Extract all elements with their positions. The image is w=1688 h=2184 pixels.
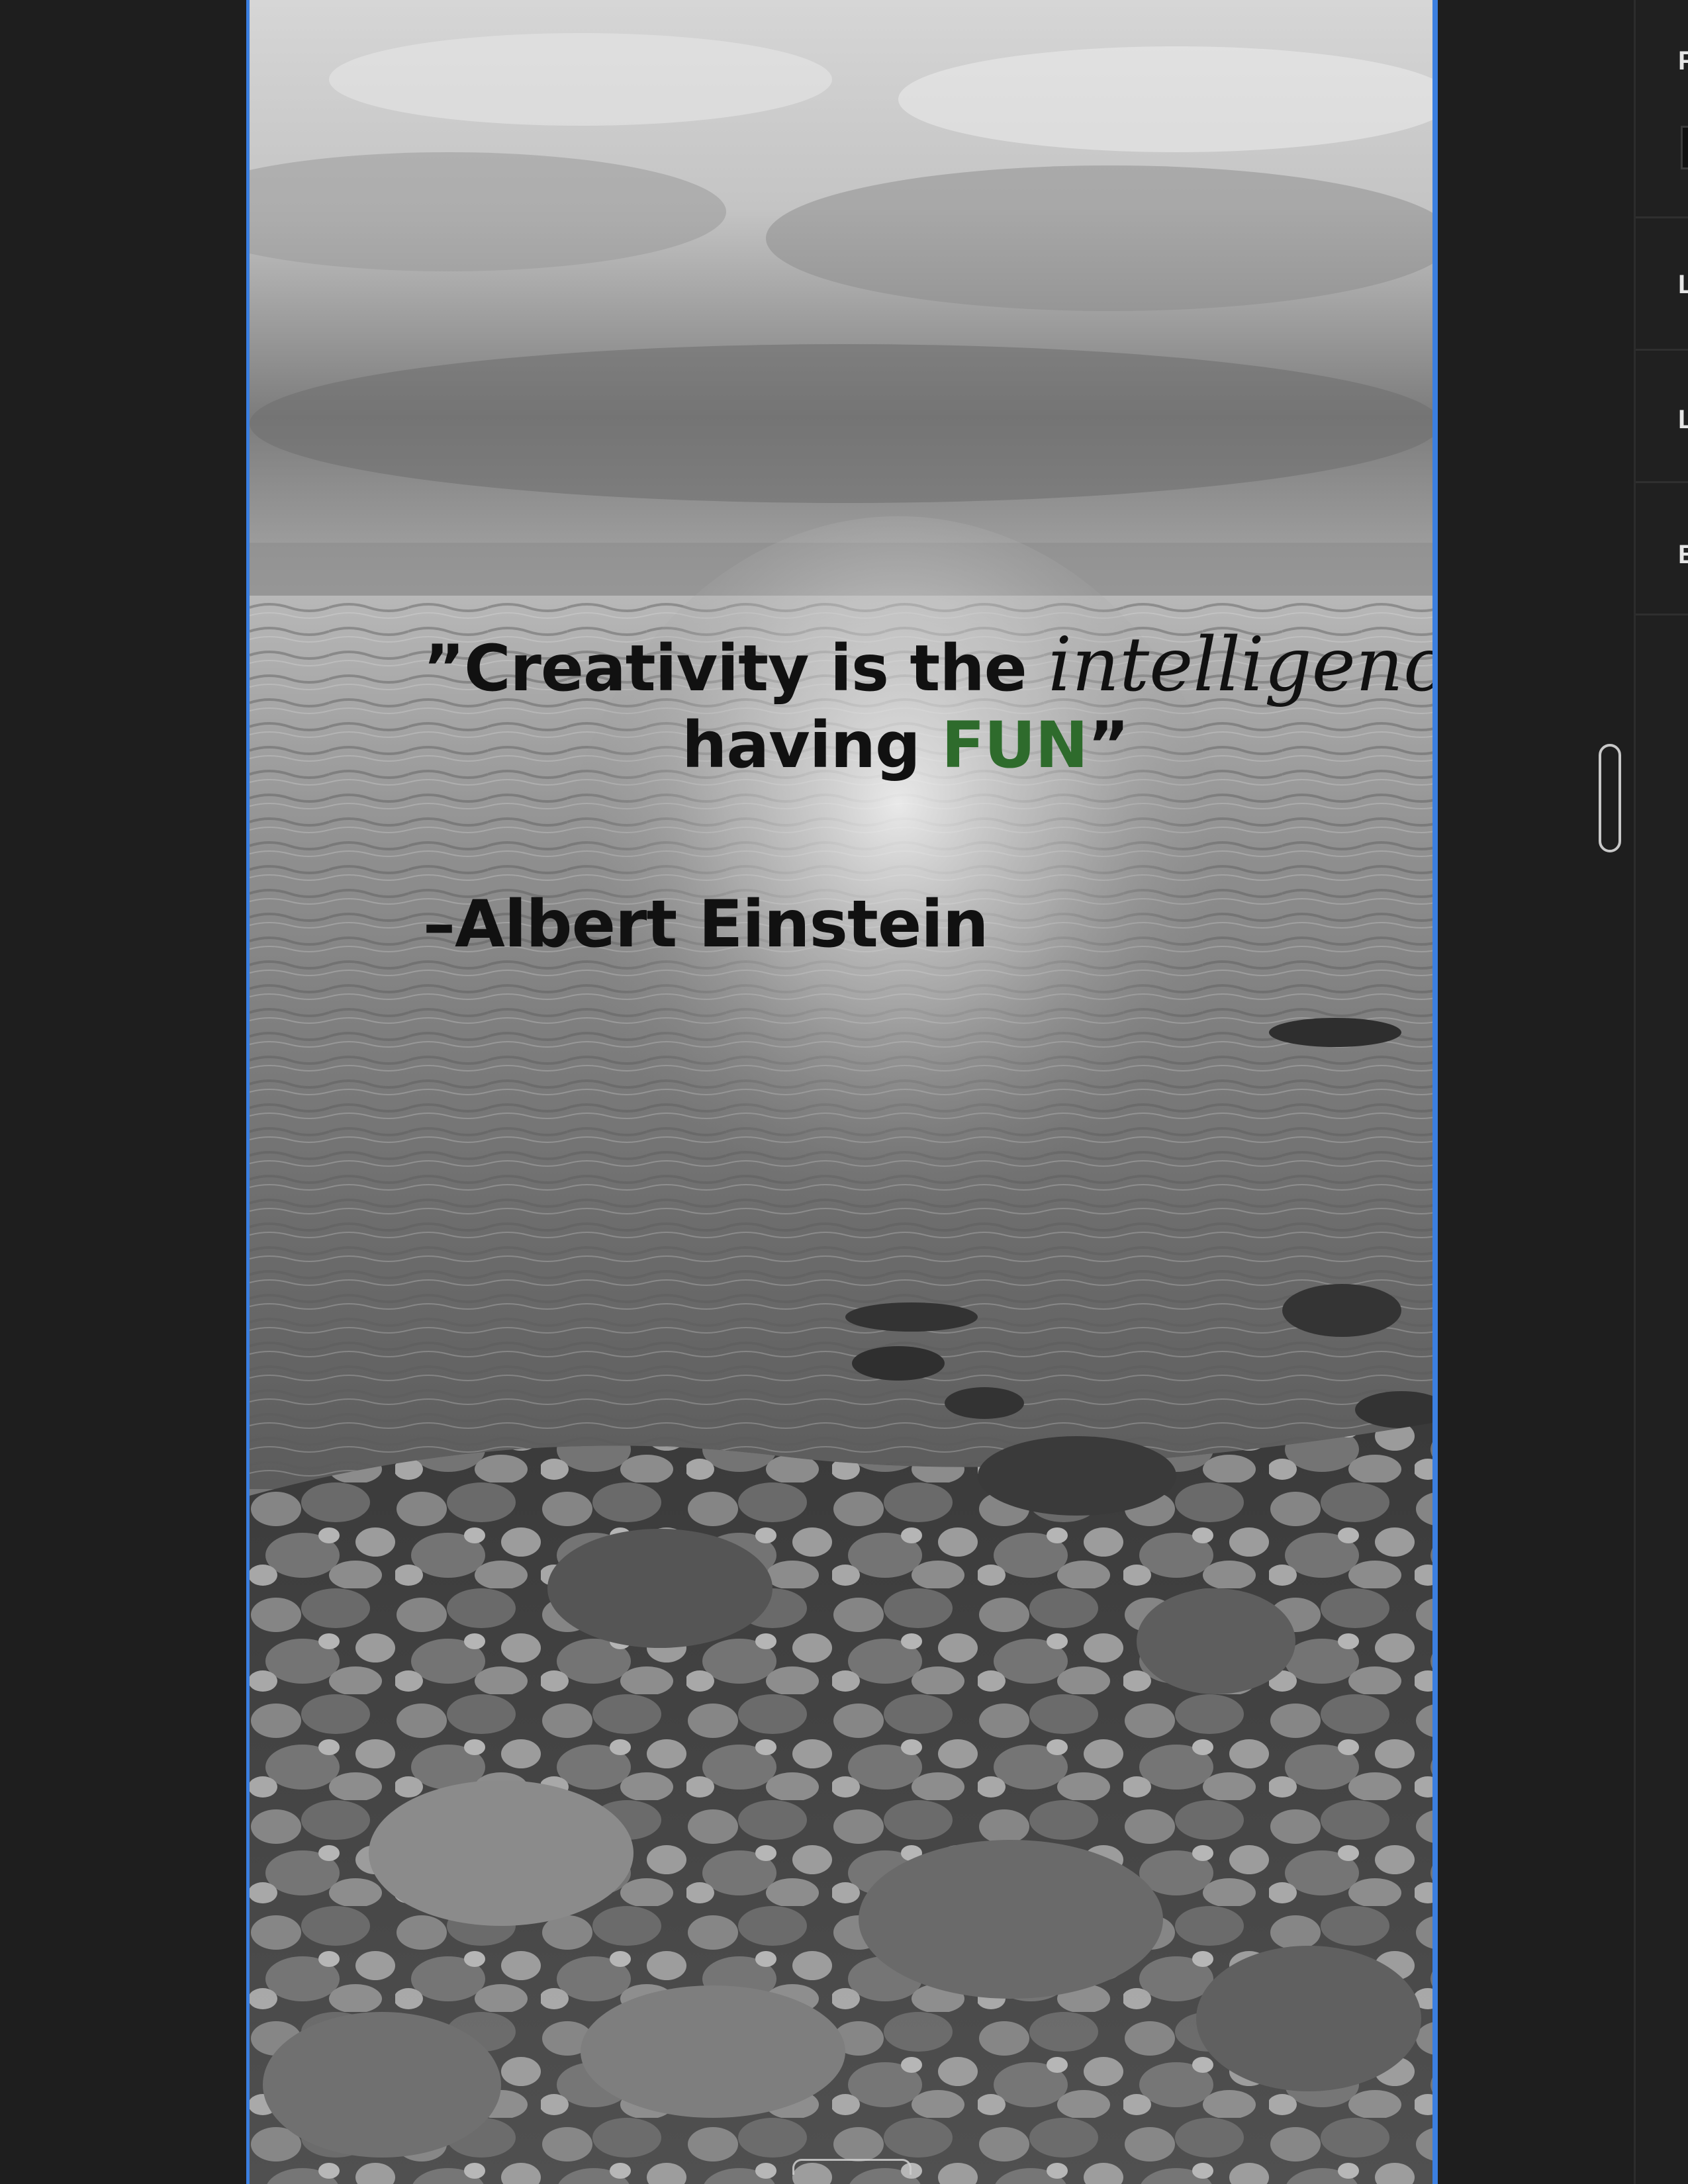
scroll-handle[interactable] (1599, 744, 1621, 852)
panel-section-3[interactable]: L (1636, 351, 1688, 483)
bottom-handle[interactable] (792, 2159, 912, 2175)
design-canvas[interactable]: ”Creativity is the intelligence having F… (246, 0, 1438, 2184)
panel-section-4-label: E (1678, 540, 1688, 569)
properties-panel: F L L E (1634, 0, 1688, 2184)
quote-open-mark: ” (423, 631, 465, 705)
quote-line-2-text: having (682, 708, 942, 782)
quote-line-2: having FUN” (682, 708, 1129, 782)
panel-input-field[interactable] (1681, 126, 1688, 169)
panel-section-4[interactable]: E (1636, 483, 1688, 615)
editor-workspace: ”Creativity is the intelligence having F… (0, 0, 1688, 2184)
quote-emphasis-word: intelligence (1048, 622, 1432, 708)
background-photo (250, 0, 1432, 2184)
panel-section-2[interactable]: L (1636, 218, 1688, 351)
panel-section-2-label: L (1678, 270, 1688, 299)
quote-line-1-text: Creativity is the (464, 631, 1049, 705)
quote-line-1: ”Creativity is the intelligence (423, 622, 1432, 708)
panel-section-1-label: F (1678, 46, 1688, 75)
quote-attribution[interactable]: –Albert Einstein (423, 887, 989, 962)
quote-close-mark: ” (1087, 708, 1129, 782)
quote-highlight-word: FUN (941, 708, 1088, 782)
panel-section-1[interactable]: F (1636, 0, 1688, 218)
panel-section-3-label: L (1678, 405, 1688, 434)
